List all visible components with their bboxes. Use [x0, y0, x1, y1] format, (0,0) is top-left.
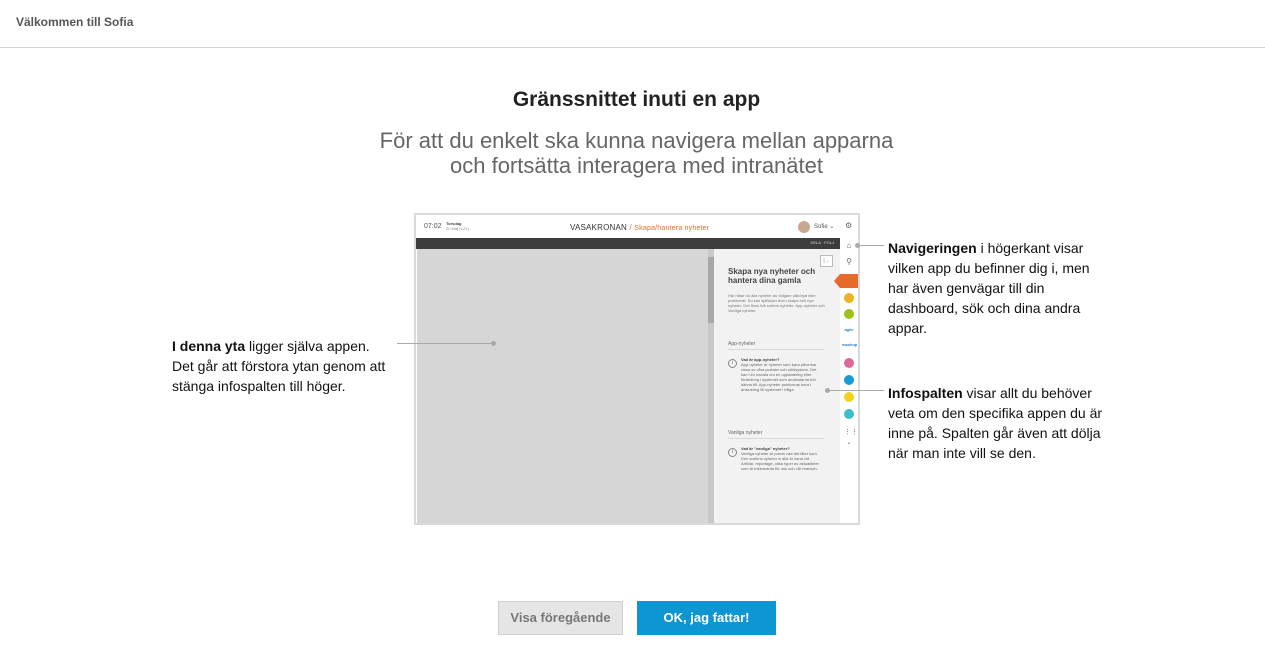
- mock-section-heading: App-nyheter: [728, 341, 824, 350]
- mock-app-dot: [844, 293, 854, 303]
- annotation-navigation: Navigeringen i högerkant visar vilken ap…: [888, 240, 1090, 336]
- annotation-line: [397, 343, 493, 344]
- mock-date: 20 Maj (v.21): [446, 226, 470, 231]
- mock-section-text: Vad är app-nyheter? App-nyheter är nyhete…: [741, 357, 817, 392]
- annotation-line: [828, 390, 884, 391]
- mock-page-title: Skapa/hantera nyheter: [634, 225, 710, 232]
- mock-app-area: [417, 249, 708, 523]
- page-heading: Gränssnittet inuti en app: [512, 88, 761, 111]
- mock-time: 07:02: [424, 223, 442, 230]
- ok-button[interactable]: OK, jag fattar!: [637, 601, 776, 635]
- mock-section-heading: Vanliga nyheter: [728, 430, 824, 439]
- mock-info-panel: |→ Skapa nya nyheter och hantera dina ga…: [714, 249, 840, 523]
- mock-search-icon: ⚲: [846, 257, 852, 266]
- mock-info-icon: i: [728, 448, 737, 457]
- mock-info-intro: Här hittar du alla nyheter du tidigare p…: [728, 293, 825, 313]
- dialog-title: Välkommen till Sofia: [16, 15, 134, 29]
- mock-chevron-down-icon: ⌄: [846, 440, 852, 446]
- app-screenshot: 07:02 Torsdag 20 Maj (v.21) VASAKRONAN /…: [414, 213, 860, 525]
- previous-button[interactable]: Visa föregående: [498, 601, 623, 635]
- page-subheading: För att du enkelt ska kunna navigera mel…: [0, 128, 1265, 178]
- mock-brand-name: VASAKRONAN: [570, 223, 627, 232]
- mock-brand: VASAKRONAN / Skapa/hantera nyheter: [570, 223, 710, 232]
- mock-user: Sofie ⌄: [814, 224, 835, 230]
- annotation-line: [859, 245, 884, 246]
- mock-active-app-indicator: [834, 274, 858, 288]
- mock-app-dot: [844, 392, 854, 402]
- mock-grid-icon: ⋮⋮: [844, 429, 858, 436]
- mock-app-dot: [844, 358, 854, 368]
- annotation-app-area: I denna yta ligger själva appen. Det går…: [172, 338, 386, 394]
- subheading-line: För att du enkelt ska kunna navigera mel…: [379, 128, 894, 153]
- annotation-dot: [825, 388, 830, 393]
- mock-top-bar: 07:02 Torsdag 20 Maj (v.21) VASAKRONAN /…: [416, 215, 858, 239]
- mock-app-dot: [844, 309, 854, 319]
- annotation-dot: [491, 341, 496, 346]
- annotation-dot: [855, 243, 860, 248]
- mock-section-text: Vad är "vanliga" nyheter? Vanliga nyheter…: [741, 446, 820, 471]
- mock-app-label: agile: [844, 327, 854, 332]
- mock-info-icon: i: [728, 359, 737, 368]
- annotation-infopanel: Infospalten visar allt du behöver veta o…: [888, 385, 1103, 461]
- mock-collapse-icon: |→: [820, 255, 833, 267]
- mock-nav-bar: ⌂ ⚲ agile mashup ⋮⋮ ⌄: [834, 238, 858, 523]
- mock-info-title: Skapa nya nyheter och hantera dina gamla: [728, 267, 816, 285]
- subheading-line: och fortsätta interagera med intranätet: [450, 153, 823, 178]
- mock-gear-icon: ⚙: [845, 221, 853, 230]
- mock-toolbar: DELA · FÖLJ: [416, 238, 840, 249]
- mock-app-dot: [844, 375, 854, 385]
- mock-home-icon: ⌂: [846, 241, 852, 250]
- mock-app-label: mashup: [842, 342, 858, 347]
- mock-toolbar-actions: DELA · FÖLJ: [810, 240, 834, 245]
- mock-app-dot: [844, 409, 854, 419]
- top-bar: Välkommen till Sofia: [0, 0, 1265, 48]
- mock-avatar: [798, 221, 810, 233]
